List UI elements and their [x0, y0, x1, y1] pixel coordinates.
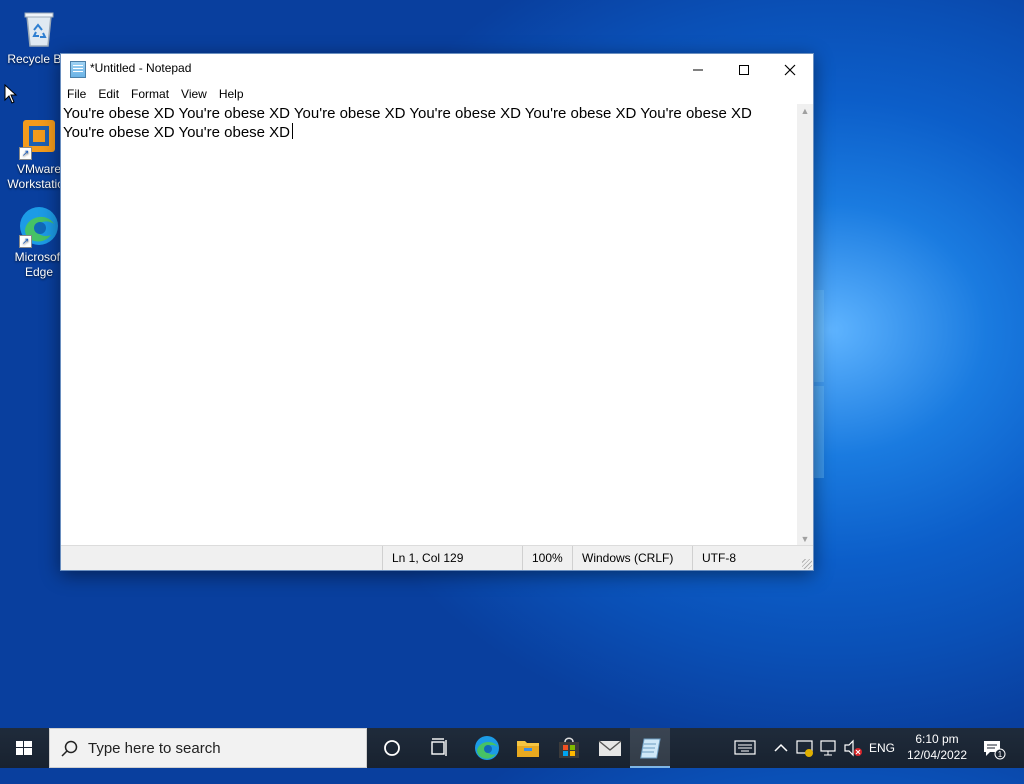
store-icon: [559, 737, 579, 758]
scroll-up-arrow-icon[interactable]: ▲: [797, 104, 813, 118]
edge-icon: [475, 736, 499, 760]
keyboard-icon: [734, 740, 756, 755]
text-caret: [292, 123, 294, 139]
cortana-button[interactable]: [372, 728, 412, 768]
task-view-icon: [431, 738, 447, 756]
mouse-cursor-icon: [4, 84, 18, 104]
resize-grip[interactable]: [802, 559, 812, 569]
menu-bar: File Edit Format View Help: [61, 84, 813, 104]
edge-icon: ↗: [17, 204, 61, 248]
menu-view[interactable]: View: [175, 84, 213, 104]
clock-time: 6:10 pm: [915, 732, 959, 746]
text-editor[interactable]: You're obese XD You're obese XD You're o…: [61, 104, 797, 546]
notepad-icon: [70, 61, 86, 78]
taskbar-edge[interactable]: [467, 728, 507, 768]
status-encoding: UTF-8: [692, 546, 797, 570]
mail-icon: [598, 740, 622, 756]
network-icon: [820, 740, 836, 756]
recycle-bin-icon: [17, 6, 61, 50]
menu-format[interactable]: Format: [125, 84, 175, 104]
window-title: *Untitled - Notepad: [90, 61, 192, 75]
close-button[interactable]: [767, 54, 813, 84]
taskbar: Type here to search ENG 6:10 pm 12/04/20…: [0, 728, 1024, 768]
vmware-icon: ↗: [17, 116, 61, 160]
taskbar-store[interactable]: [549, 728, 589, 768]
editor-content[interactable]: You're obese XD You're obese XD You're o…: [63, 105, 752, 141]
notepad-icon: [640, 738, 661, 759]
input-language[interactable]: ENG: [866, 728, 898, 768]
system-clock[interactable]: 6:10 pm 12/04/2022: [902, 731, 972, 763]
windows-logo-icon: [16, 741, 32, 755]
search-placeholder: Type here to search: [88, 740, 221, 757]
maximize-icon: [739, 65, 749, 76]
action-center-button[interactable]: 1: [978, 728, 1008, 768]
minimize-icon: [693, 69, 703, 71]
menu-file[interactable]: File: [61, 84, 92, 104]
tray-volume[interactable]: [842, 728, 864, 768]
cortana-icon: [384, 740, 400, 756]
status-bar: Ln 1, Col 129 100% Windows (CRLF) UTF-8: [61, 545, 813, 570]
status-zoom: 100%: [522, 546, 572, 570]
taskbar-mail[interactable]: [590, 728, 630, 768]
chevron-up-icon: [774, 743, 788, 752]
show-hidden-icons-button[interactable]: [771, 728, 791, 768]
tray-defender[interactable]: [794, 728, 816, 768]
notification-icon: 1: [984, 741, 1006, 760]
scroll-down-arrow-icon[interactable]: ▼: [797, 532, 813, 546]
clock-date: 12/04/2022: [906, 748, 968, 762]
volume-muted-icon: [844, 739, 862, 757]
notepad-window[interactable]: *Untitled - Notepad File Edit Format View He…: [60, 53, 814, 571]
notification-count: 1: [998, 750, 1003, 759]
vertical-scrollbar[interactable]: ▲ ▼: [797, 104, 813, 546]
close-icon: [784, 64, 796, 76]
tray-network[interactable]: [818, 728, 840, 768]
search-icon: [61, 740, 78, 757]
title-bar[interactable]: *Untitled - Notepad: [61, 54, 813, 84]
taskbar-notepad[interactable]: [630, 728, 670, 768]
shortcut-arrow-icon: ↗: [19, 147, 32, 160]
status-cursor-position: Ln 1, Col 129: [382, 546, 522, 570]
task-view-button[interactable]: [420, 728, 460, 768]
shortcut-arrow-icon: ↗: [19, 235, 32, 248]
menu-help[interactable]: Help: [213, 84, 250, 104]
maximize-button[interactable]: [721, 54, 767, 84]
file-explorer-icon: [517, 741, 539, 757]
taskbar-search-box[interactable]: Type here to search: [49, 728, 367, 768]
start-button[interactable]: [0, 728, 48, 768]
minimize-button[interactable]: [675, 54, 721, 84]
status-line-ending: Windows (CRLF): [572, 546, 692, 570]
menu-edit[interactable]: Edit: [92, 84, 125, 104]
shield-icon: [796, 740, 813, 757]
taskbar-file-explorer[interactable]: [508, 728, 548, 768]
touch-keyboard-button[interactable]: [732, 728, 758, 768]
